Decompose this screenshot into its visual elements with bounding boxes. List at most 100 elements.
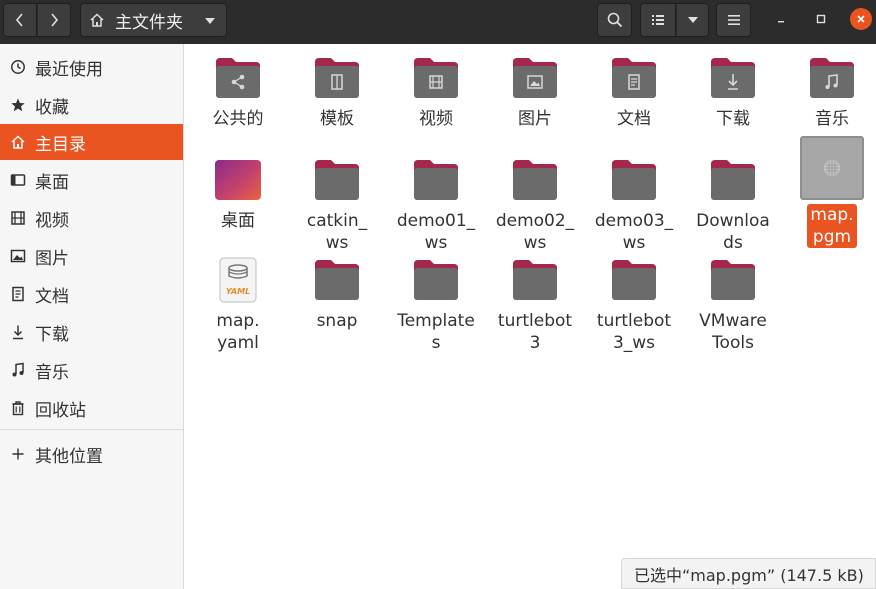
close-icon [857, 15, 865, 23]
file-item[interactable]: Downloa ds [685, 152, 781, 254]
file-name: map. pgm [807, 204, 857, 248]
file-item[interactable]: 桌面 [190, 152, 286, 232]
file-name: Downloa ds [696, 211, 770, 253]
folder-icon [602, 252, 666, 308]
sidebar-item-pictures[interactable]: 图片 [0, 238, 183, 274]
image-file-icon [800, 136, 864, 200]
sidebar-item-videos[interactable]: 视频 [0, 200, 183, 236]
file-name: turtlebot 3 [497, 311, 573, 353]
close-button[interactable] [850, 8, 872, 30]
file-name: 模板 [320, 109, 354, 129]
file-name: Template s [397, 311, 475, 353]
file-item[interactable]: demo02_ ws [487, 152, 583, 254]
file-item[interactable]: 模板 [289, 50, 385, 130]
sidebar-item-label: 收藏 [35, 97, 69, 118]
sidebar-item-starred[interactable]: 收藏 [0, 87, 183, 123]
star-icon [9, 97, 26, 114]
music-folder-icon [800, 50, 864, 106]
file-name: demo03_ ws [594, 211, 674, 253]
sidebar-item-other-locations[interactable]: 其他位置 [0, 436, 183, 472]
file-item[interactable]: VMware Tools [685, 252, 781, 354]
list-view-icon [652, 15, 664, 25]
home-icon [9, 134, 26, 151]
sidebar-item-recent[interactable]: 最近使用 [0, 49, 183, 85]
yaml-file-icon: YAML [206, 252, 270, 308]
sidebar-divider [0, 429, 183, 430]
plus-icon [9, 446, 26, 463]
sidebar-item-label: 回收站 [35, 400, 86, 421]
forward-button[interactable] [37, 3, 71, 37]
file-name: turtlebot 3_ws [596, 311, 672, 353]
folder-icon [404, 252, 468, 308]
file-item[interactable]: 图片 [487, 50, 583, 130]
search-button[interactable] [597, 3, 632, 37]
sidebar-item-label: 文档 [35, 286, 69, 307]
sidebar-item-trash[interactable]: 回收站 [0, 390, 183, 426]
file-item[interactable]: turtlebot 3 [487, 252, 583, 354]
file-item[interactable]: 下载 [685, 50, 781, 130]
path-bar-button[interactable]: 主文件夹 [80, 3, 227, 37]
svg-text:YAML: YAML [226, 287, 250, 296]
file-item[interactable]: snap [289, 252, 385, 332]
music-icon [9, 362, 26, 379]
folder-icon [602, 152, 666, 208]
sidebar: 最近使用 收藏 主目录 桌面 视频 图片 文档 下载 音乐 回收站 其他位置 [0, 44, 184, 589]
desktop-icon [9, 172, 26, 189]
file-item[interactable]: demo03_ ws [586, 152, 682, 254]
file-name: 视频 [419, 109, 453, 129]
file-item[interactable]: Template s [388, 252, 484, 354]
home-icon [90, 13, 104, 27]
file-grid: 公共的 模板 视频 图片 文档 下载 音乐 桌面 catkin_ ws demo… [185, 44, 876, 589]
chevron-left-icon [15, 13, 23, 27]
video-folder-icon [404, 50, 468, 106]
file-item[interactable]: 文档 [586, 50, 682, 130]
file-name: map. yaml [216, 311, 260, 353]
caret-down-icon [687, 17, 698, 23]
menu-button[interactable] [716, 3, 751, 37]
file-item[interactable]: turtlebot 3_ws [586, 252, 682, 354]
maximize-button[interactable] [810, 8, 832, 30]
hamburger-icon [727, 15, 740, 25]
caret-down-icon [205, 18, 215, 24]
file-name: 下载 [716, 109, 750, 129]
picture-folder-icon [503, 50, 567, 106]
trash-icon [9, 400, 26, 417]
folder-icon [701, 252, 765, 308]
maximize-icon [816, 14, 826, 24]
folder-icon [503, 252, 567, 308]
minimize-button[interactable] [770, 8, 792, 30]
document-icon [9, 286, 26, 303]
file-item[interactable]: 音乐 [784, 50, 876, 130]
sidebar-item-label: 桌面 [35, 172, 69, 193]
folder-icon [305, 152, 369, 208]
back-button[interactable] [3, 3, 37, 37]
view-options-button[interactable] [676, 3, 709, 37]
file-item[interactable]: 视频 [388, 50, 484, 130]
search-icon [607, 12, 622, 28]
file-item[interactable]: catkin_ ws [289, 152, 385, 254]
file-item[interactable]: 公共的 [190, 50, 286, 130]
file-item-selected[interactable]: map. pgm [784, 136, 876, 248]
sidebar-item-desktop[interactable]: 桌面 [0, 162, 183, 198]
download-folder-icon [701, 50, 765, 106]
file-item[interactable]: YAML map. yaml [190, 252, 286, 354]
header-bar: 主文件夹 [0, 0, 876, 44]
file-name: demo02_ ws [495, 211, 575, 253]
sidebar-item-downloads[interactable]: 下载 [0, 314, 183, 350]
sidebar-item-label: 其他位置 [35, 446, 103, 467]
film-icon [9, 210, 26, 227]
folder-icon [404, 152, 468, 208]
sidebar-item-label: 最近使用 [35, 59, 103, 80]
list-view-button[interactable] [640, 3, 676, 37]
selection-status: 已选中“map.pgm” (147.5 kB) [621, 558, 876, 589]
sidebar-item-home[interactable]: 主目录 [0, 124, 183, 160]
file-item[interactable]: demo01_ ws [388, 152, 484, 254]
sidebar-item-music[interactable]: 音乐 [0, 352, 183, 388]
file-name: 音乐 [815, 109, 849, 129]
sidebar-item-documents[interactable]: 文档 [0, 276, 183, 312]
file-name: 桌面 [221, 211, 255, 231]
download-icon [9, 324, 26, 341]
folder-icon [305, 252, 369, 308]
sidebar-item-label: 视频 [35, 210, 69, 231]
file-name: snap [316, 311, 358, 331]
